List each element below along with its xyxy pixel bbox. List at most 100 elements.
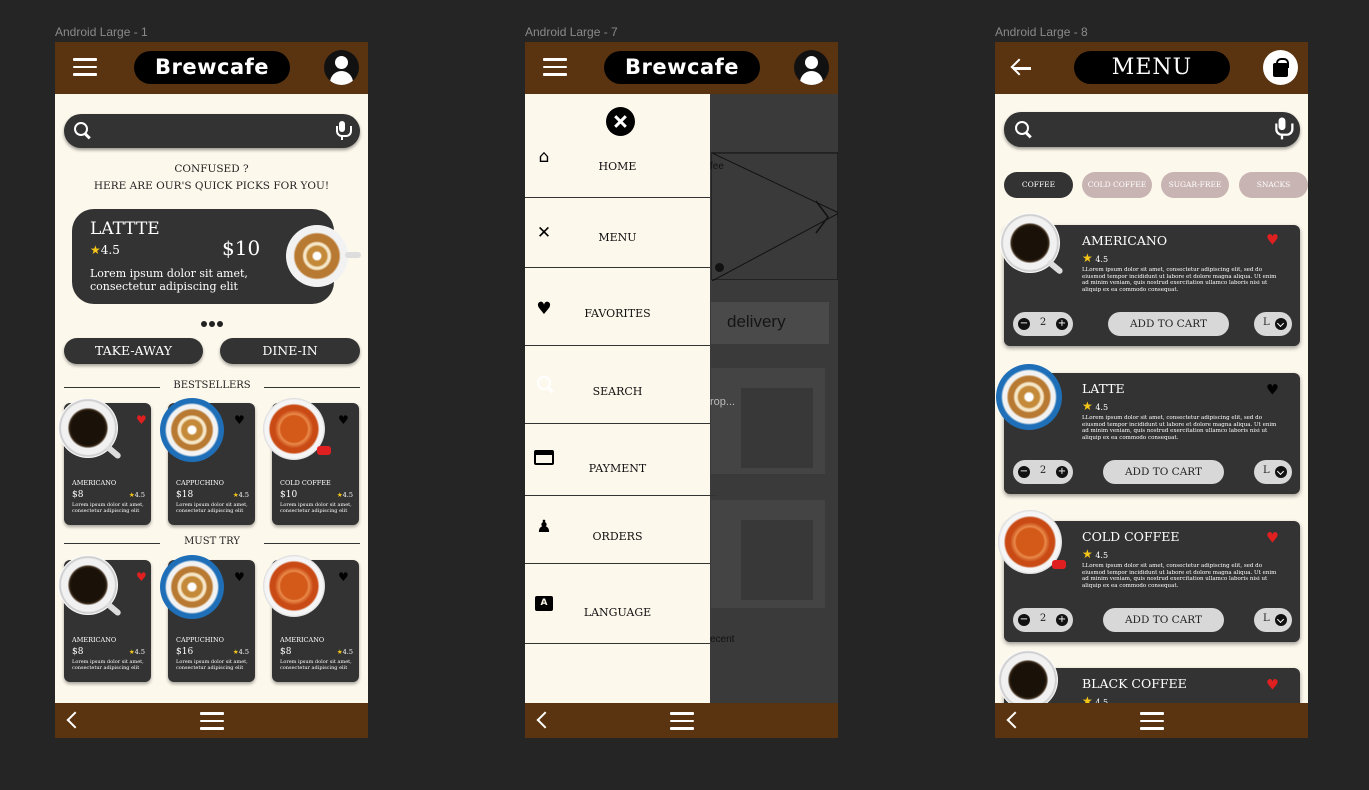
product-name: COLD COFFEE [1082,529,1180,544]
product-description: LLorem ipsum dolor sit amet, consectetur… [1082,415,1277,441]
heart-icon[interactable] [1266,530,1279,544]
frame-label-drawer: Android Large - 7 [525,25,618,39]
menu-lines-icon[interactable] [670,712,694,730]
back-chevron-icon[interactable] [63,710,81,730]
chip-coffee[interactable]: COFFEE [1004,172,1073,198]
menu-lines-icon[interactable] [200,712,224,730]
chip-cold-coffee[interactable]: COLD COFFEE [1082,172,1152,198]
drawer-item-label: LANGUAGE [583,606,652,619]
dine-in-button[interactable]: DINE-IN [220,338,360,364]
take-away-button[interactable]: TAKE-AWAY [64,338,203,364]
back-chevron-icon[interactable] [1003,710,1021,730]
product-description: Lorem ipsum dolor sit amet, consectetur … [280,659,352,671]
carousel-dot [715,263,724,272]
size-select[interactable]: L [1254,312,1292,336]
product-price: $8 [72,490,84,500]
product-name: AMERICANO [72,636,117,644]
top-bar: MENU [995,42,1308,94]
heart-icon[interactable] [136,414,147,426]
product-description: LLorem ipsum dolor sit amet, consectetur… [1082,267,1277,293]
microphone-icon[interactable] [1275,117,1294,141]
heart-icon[interactable] [136,571,147,583]
bottom-nav [525,703,838,738]
drawer-item-payment[interactable]: PAYMENT [525,424,717,496]
carousel-dots[interactable] [201,312,225,327]
add-to-cart-button[interactable]: ADD TO CART [1103,460,1224,484]
quantity-stepper[interactable]: − 2 + [1013,312,1073,336]
plus-icon[interactable]: + [1056,614,1068,626]
product-name: BLACK COFFEE [1082,676,1187,691]
quantity-stepper[interactable]: − 2 + [1013,460,1073,484]
menu-screen: MENU COFFEE COLD COFFEE SUGAR-FREE SNACK… [995,42,1308,738]
menu-lines-icon[interactable] [1140,712,1164,730]
search-bar[interactable] [1004,112,1300,147]
delivery-text: delivery [727,312,786,331]
top-bar: Brewcafe [55,42,368,94]
search-icon [74,122,90,138]
drawer-screen: delivery fee rop... ecent Brewcafe ⌂ HOM… [525,42,838,738]
product-rating: ★4.5 [128,648,145,656]
quick-picks-text: HERE ARE OUR'S QUICK PICKS FOR YOU! [93,180,330,192]
add-to-cart-button[interactable]: ADD TO CART [1108,312,1229,336]
cappuccino-cup-image [160,398,224,462]
search-bar[interactable] [64,114,360,148]
drawer-item-language[interactable]: A LANGUAGE [525,564,710,644]
product-price: $10 [280,490,298,500]
bestsellers-heading: BESTSELLERS [64,380,360,394]
drawer-item-orders[interactable]: ♟ ORDERS [525,496,710,564]
close-icon[interactable] [606,107,635,136]
back-chevron-icon[interactable] [533,710,551,730]
fee-text: fee [710,161,724,172]
brand-logo: Brewcafe [134,51,290,84]
product-price: $8 [72,647,84,657]
heart-icon[interactable] [1266,233,1279,247]
product-name: CAPPUCHINO [176,636,225,644]
profile-avatar-icon[interactable] [324,50,359,85]
chip-snacks[interactable]: SNACKS [1239,172,1308,198]
product-description: Lorem ipsum dolor sit amet, consectetur … [72,659,144,671]
chip-sugar-free[interactable]: SUGAR-FREE [1161,172,1229,198]
plus-icon[interactable]: + [1056,466,1068,478]
wireframe-cross [711,152,838,282]
add-to-cart-button[interactable]: ADD TO CART [1103,608,1224,632]
profile-avatar-icon[interactable] [794,50,829,85]
cappuccino-cup-image [160,555,224,619]
quantity-stepper[interactable]: − 2 + [1013,608,1073,632]
chevron-down-icon [1275,318,1287,330]
microphone-icon[interactable] [336,121,352,141]
heart-icon[interactable] [338,571,349,583]
heart-icon[interactable] [1266,383,1279,397]
plus-icon[interactable]: + [1056,318,1068,330]
product-price: $8 [280,647,292,657]
product-price: $18 [176,490,194,500]
hamburger-menu-icon[interactable] [73,58,97,78]
hamburger-menu-icon[interactable] [543,58,567,78]
latte-cup-image [286,225,348,287]
size-select[interactable]: L [1254,608,1292,632]
home-screen: Brewcafe CONFUSED ? HERE ARE OUR'S QUICK… [55,42,368,738]
product-price: $16 [176,647,194,657]
shopping-bag-icon[interactable] [1263,50,1298,85]
heart-icon[interactable] [1266,677,1279,691]
drawer-item-favorites[interactable]: ♥ FAVORITES [525,268,710,346]
drawer-item-search[interactable]: SEARCH [525,346,710,424]
cold-coffee-cup-image [263,398,325,460]
drawer-item-menu[interactable]: ✕ MENU [525,198,710,268]
heart-icon[interactable] [234,414,245,426]
drawer-item-label: ORDERS [592,530,643,543]
nav-drawer: ⌂ HOME ✕ MENU ♥ FAVORITES SEARCH PAYMENT… [525,94,717,703]
heart-icon[interactable] [234,571,245,583]
star-icon: ★ [90,243,101,257]
product-description: Lorem ipsum dolor sit amet, consectetur … [72,502,144,514]
product-rating: ★ 4.5 [1082,399,1109,413]
drawer-item-home[interactable]: ⌂ HOME [525,140,710,198]
back-arrow-icon[interactable] [1011,58,1033,78]
drawer-item-label: HOME [598,160,637,173]
heart-icon[interactable] [338,414,349,426]
banner-placeholder [711,152,838,282]
size-select[interactable]: L [1254,460,1292,484]
drawer-item-label: SEARCH [592,385,643,398]
product-rating: ★ 4.5 [1082,547,1109,561]
bottom-nav [55,703,368,738]
product-name: AMERICANO [72,479,117,487]
